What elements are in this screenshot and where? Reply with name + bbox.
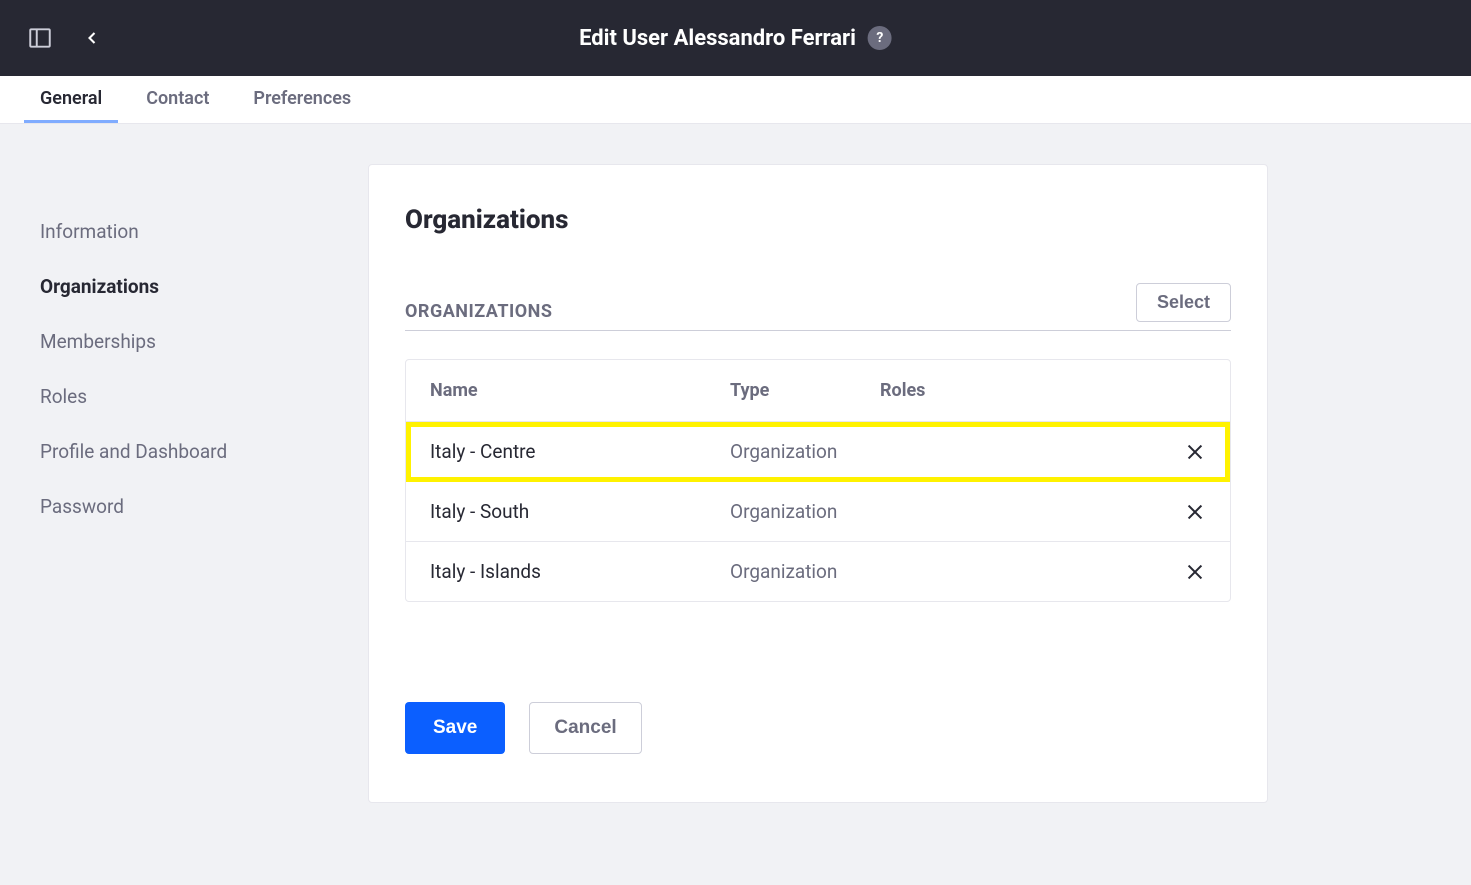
cell-type: Organization xyxy=(730,560,880,583)
section-header-label: ORGANIZATIONS xyxy=(405,301,552,322)
sidebar-item-label: Information xyxy=(40,220,139,243)
back-icon[interactable] xyxy=(76,22,108,54)
sidebar-item-profile-dashboard[interactable]: Profile and Dashboard xyxy=(40,424,368,479)
tab-label: Preferences xyxy=(253,88,351,109)
column-header-name: Name xyxy=(430,380,730,401)
cell-name: Italy - South xyxy=(430,500,730,523)
page-title: Edit User Alessandro Ferrari xyxy=(579,26,856,51)
section-header: ORGANIZATIONS Select xyxy=(405,283,1231,331)
sidebar-item-memberships[interactable]: Memberships xyxy=(40,314,368,369)
table-header: Name Type Roles xyxy=(406,360,1230,422)
column-header-type: Type xyxy=(730,380,880,401)
remove-icon[interactable] xyxy=(1166,561,1206,583)
remove-icon[interactable] xyxy=(1166,501,1206,523)
column-header-roles: Roles xyxy=(880,380,1166,401)
table-row[interactable]: Italy - Islands Organization xyxy=(406,542,1230,601)
tabs-row: General Contact Preferences xyxy=(0,76,1471,124)
cell-type: Organization xyxy=(730,440,880,463)
tab-contact[interactable]: Contact xyxy=(130,76,225,123)
sidebar-item-label: Memberships xyxy=(40,330,156,353)
help-icon[interactable]: ? xyxy=(868,26,892,50)
tab-general[interactable]: General xyxy=(24,76,118,123)
app-header: Edit User Alessandro Ferrari ? xyxy=(0,0,1471,76)
cell-name: Italy - Islands xyxy=(430,560,730,583)
sidebar-item-organizations[interactable]: Organizations xyxy=(40,259,368,314)
body-layout: Information Organizations Memberships Ro… xyxy=(0,124,1471,803)
header-title-wrap: Edit User Alessandro Ferrari ? xyxy=(579,26,892,51)
header-left-controls xyxy=(24,22,108,54)
sidebar-item-information[interactable]: Information xyxy=(40,204,368,259)
tab-label: General xyxy=(40,88,102,109)
panel-toggle-icon[interactable] xyxy=(24,22,56,54)
sidebar-item-label: Profile and Dashboard xyxy=(40,440,227,463)
sidebar: Information Organizations Memberships Ro… xyxy=(0,164,368,803)
column-header-action xyxy=(1166,380,1206,401)
sidebar-item-label: Password xyxy=(40,495,124,518)
organizations-table: Name Type Roles Italy - Centre Organizat… xyxy=(405,359,1231,602)
main-panel: Organizations ORGANIZATIONS Select Name … xyxy=(368,164,1268,803)
cell-type: Organization xyxy=(730,500,880,523)
sidebar-item-password[interactable]: Password xyxy=(40,479,368,534)
tab-preferences[interactable]: Preferences xyxy=(237,76,367,123)
save-button[interactable]: Save xyxy=(405,702,505,754)
table-row[interactable]: Italy - South Organization xyxy=(406,482,1230,542)
panel-title: Organizations xyxy=(405,205,1231,235)
table-row[interactable]: Italy - Centre Organization xyxy=(406,422,1230,482)
select-button[interactable]: Select xyxy=(1136,283,1231,322)
cell-name: Italy - Centre xyxy=(430,440,730,463)
sidebar-item-roles[interactable]: Roles xyxy=(40,369,368,424)
action-row: Save Cancel xyxy=(405,702,1231,754)
sidebar-item-label: Roles xyxy=(40,385,87,408)
cancel-button[interactable]: Cancel xyxy=(529,702,641,754)
remove-icon[interactable] xyxy=(1166,441,1206,463)
sidebar-item-label: Organizations xyxy=(40,275,159,298)
tab-label: Contact xyxy=(146,88,209,109)
